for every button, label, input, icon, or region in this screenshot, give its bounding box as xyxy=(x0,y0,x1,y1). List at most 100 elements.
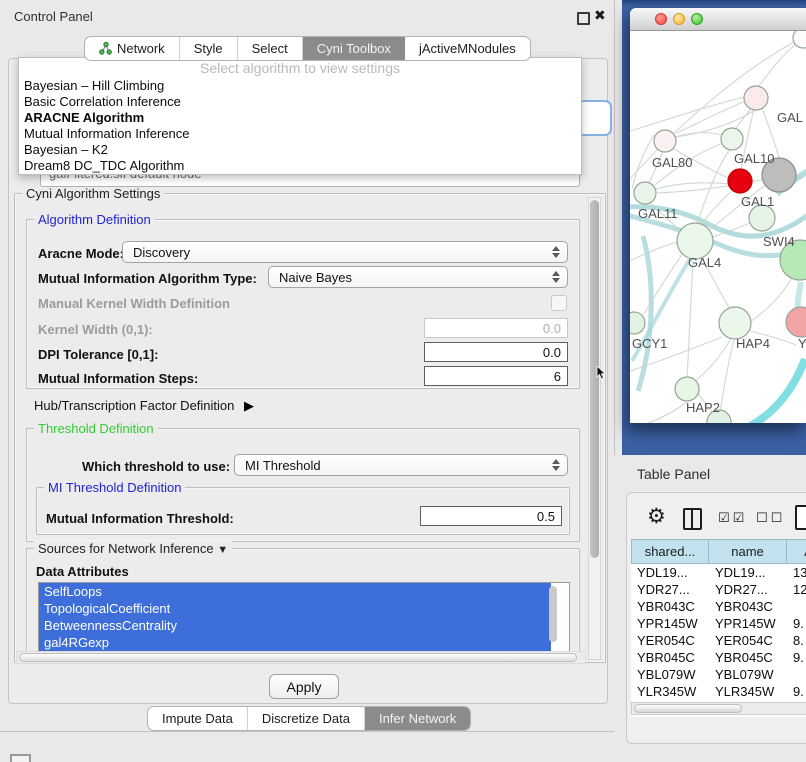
network-canvas[interactable]: GAL GAL80 GAL10 GAL1 GAL11 SWI4 GAL4 GCY… xyxy=(630,31,806,423)
node-gcy1[interactable] xyxy=(630,312,645,334)
column-header[interactable]: A xyxy=(787,539,806,564)
cell[interactable] xyxy=(787,666,806,683)
settings-hscroll-thumb[interactable] xyxy=(19,653,577,662)
table-row[interactable]: YLR345W YLR345W 9. xyxy=(631,683,806,700)
tab-style[interactable]: Style xyxy=(180,37,238,60)
network-selector-combo-clipped[interactable]: galFiltered.sif default node xyxy=(40,173,580,187)
cell[interactable]: 8. xyxy=(787,632,806,649)
attribute-item[interactable]: SelfLoops xyxy=(39,583,551,600)
cell[interactable]: YBL079W xyxy=(709,666,787,683)
close-icon[interactable]: ✖ xyxy=(594,7,606,24)
columns-icon[interactable] xyxy=(683,508,702,530)
table-row[interactable]: YER054C YER054C 8. xyxy=(631,632,806,649)
node-gal1-red[interactable] xyxy=(728,169,752,193)
cell[interactable]: 13 xyxy=(787,564,806,581)
algorithm-option-selected[interactable]: ARACNE Algorithm xyxy=(19,110,581,126)
cell[interactable]: YBR045C xyxy=(631,649,709,666)
node-gal-pink[interactable] xyxy=(744,86,768,110)
tab-select[interactable]: Select xyxy=(238,37,303,60)
algorithm-option[interactable]: Bayesian – K2 xyxy=(19,142,581,158)
tab-discretize-data[interactable]: Discretize Data xyxy=(248,707,365,730)
cell[interactable]: YDL19... xyxy=(631,564,709,581)
cell[interactable]: YLR345W xyxy=(631,683,709,700)
node-salmon[interactable] xyxy=(786,307,806,337)
attribute-item[interactable]: gal4RGexp xyxy=(39,634,551,651)
cell[interactable]: YBR045C xyxy=(709,649,787,666)
dpi-tolerance-field[interactable]: 0.0 xyxy=(424,342,568,362)
cell[interactable]: YER054C xyxy=(631,632,709,649)
close-traffic-light[interactable] xyxy=(655,13,667,25)
cell[interactable]: YER054C xyxy=(709,632,787,649)
tab-jactivemnodules-label: jActiveMNodules xyxy=(419,41,516,56)
cell[interactable]: YDR27... xyxy=(709,581,787,598)
which-threshold-combo[interactable]: MI Threshold xyxy=(234,454,568,476)
algorithm-option[interactable]: Dream8 DC_TDC Algorithm xyxy=(19,158,581,174)
settings-horizontal-scrollbar[interactable] xyxy=(16,651,586,664)
tab-cyni-toolbox[interactable]: Cyni Toolbox xyxy=(303,37,405,60)
minimize-traffic-light[interactable] xyxy=(673,13,685,25)
hub-definition-expander[interactable]: Hub/Transcription Factor Definition ▶ xyxy=(34,398,254,414)
cell[interactable]: YLR345W xyxy=(709,683,787,700)
column-header[interactable]: shared... xyxy=(631,539,709,564)
deselect-all-checkboxes-icon[interactable]: ☐☐ xyxy=(756,510,785,526)
cell[interactable]: YDL19... xyxy=(709,564,787,581)
table-hscroll-thumb[interactable] xyxy=(634,704,742,713)
export-table-icon[interactable] xyxy=(795,505,806,530)
cell[interactable]: 9. xyxy=(787,649,806,666)
tab-network[interactable]: Network xyxy=(85,37,180,60)
collapse-arrow-icon: ▼ xyxy=(217,544,228,556)
tab-jactivemnodules[interactable]: jActiveMNodules xyxy=(405,37,530,60)
clipped-bottom-button[interactable] xyxy=(10,754,31,762)
gear-icon[interactable]: ⚙ xyxy=(647,506,666,527)
node-hap2[interactable] xyxy=(675,377,699,401)
cell[interactable]: 9. xyxy=(787,615,806,632)
kernel-width-field[interactable]: 0.0 xyxy=(424,318,568,338)
cell[interactable]: 9. xyxy=(787,683,806,700)
tab-cyni-toolbox-label: Cyni Toolbox xyxy=(317,41,391,56)
manual-kernel-checkbox[interactable] xyxy=(551,295,567,311)
attribute-item[interactable]: TopologicalCoefficient xyxy=(39,600,551,617)
node-gal10[interactable] xyxy=(721,128,743,150)
node-label: GCY1 xyxy=(632,336,667,351)
tab-infer-network[interactable]: Infer Network xyxy=(365,707,470,730)
algorithm-option[interactable]: Bayesian – Hill Climbing xyxy=(19,78,581,94)
table-horizontal-scrollbar[interactable] xyxy=(631,702,806,715)
apply-button[interactable]: Apply xyxy=(269,674,339,699)
cell[interactable]: YPR145W xyxy=(709,615,787,632)
select-all-checkboxes-icon[interactable]: ☑☑ xyxy=(718,510,747,526)
cell[interactable]: YDR27... xyxy=(631,581,709,598)
algorithm-combo-fragment[interactable] xyxy=(577,100,612,136)
table-row[interactable]: YBR043C YBR043C xyxy=(631,598,806,615)
attribute-item[interactable]: BetweennessCentrality xyxy=(39,617,551,634)
table-row[interactable]: YBL079W YBL079W xyxy=(631,666,806,683)
table-row[interactable]: YPR145W YPR145W 9. xyxy=(631,615,806,632)
cell[interactable]: YBR043C xyxy=(631,598,709,615)
sources-title[interactable]: Sources for Network Inference ▼ xyxy=(34,541,232,556)
mi-type-combo[interactable]: Naive Bayes xyxy=(268,266,568,288)
algorithm-option[interactable]: Mutual Information Inference xyxy=(19,126,581,142)
mi-type-label: Mutual Information Algorithm Type: xyxy=(38,271,257,286)
node-gal4[interactable] xyxy=(677,223,713,259)
algorithm-option[interactable]: Basic Correlation Inference xyxy=(19,94,581,110)
mi-steps-field[interactable]: 6 xyxy=(424,366,568,386)
cell[interactable]: 12 xyxy=(787,581,806,598)
column-header[interactable]: name xyxy=(709,539,787,564)
cell[interactable]: YBL079W xyxy=(631,666,709,683)
mi-threshold-field[interactable]: 0.5 xyxy=(420,506,562,526)
cell[interactable] xyxy=(787,598,806,615)
settings-vertical-scrollbar[interactable] xyxy=(588,197,601,660)
node-gal80[interactable] xyxy=(654,130,676,152)
table-row[interactable]: YDL19... YDL19... 13 xyxy=(631,564,806,581)
table-row[interactable]: YDR27... YDR27... 12 xyxy=(631,581,806,598)
float-window-icon[interactable] xyxy=(577,12,590,25)
cell[interactable]: YBR043C xyxy=(709,598,787,615)
aracne-mode-combo[interactable]: Discovery xyxy=(122,241,568,263)
cell[interactable]: YPR145W xyxy=(631,615,709,632)
network-window-titlebar[interactable] xyxy=(630,8,806,31)
tab-impute-data[interactable]: Impute Data xyxy=(148,707,248,730)
node-gal11[interactable] xyxy=(634,182,656,204)
list-scrollbar-thumb[interactable] xyxy=(549,586,557,642)
table-row[interactable]: YBR045C YBR045C 9. xyxy=(631,649,806,666)
zoom-traffic-light[interactable] xyxy=(691,13,703,25)
node-hap4[interactable] xyxy=(719,307,751,339)
